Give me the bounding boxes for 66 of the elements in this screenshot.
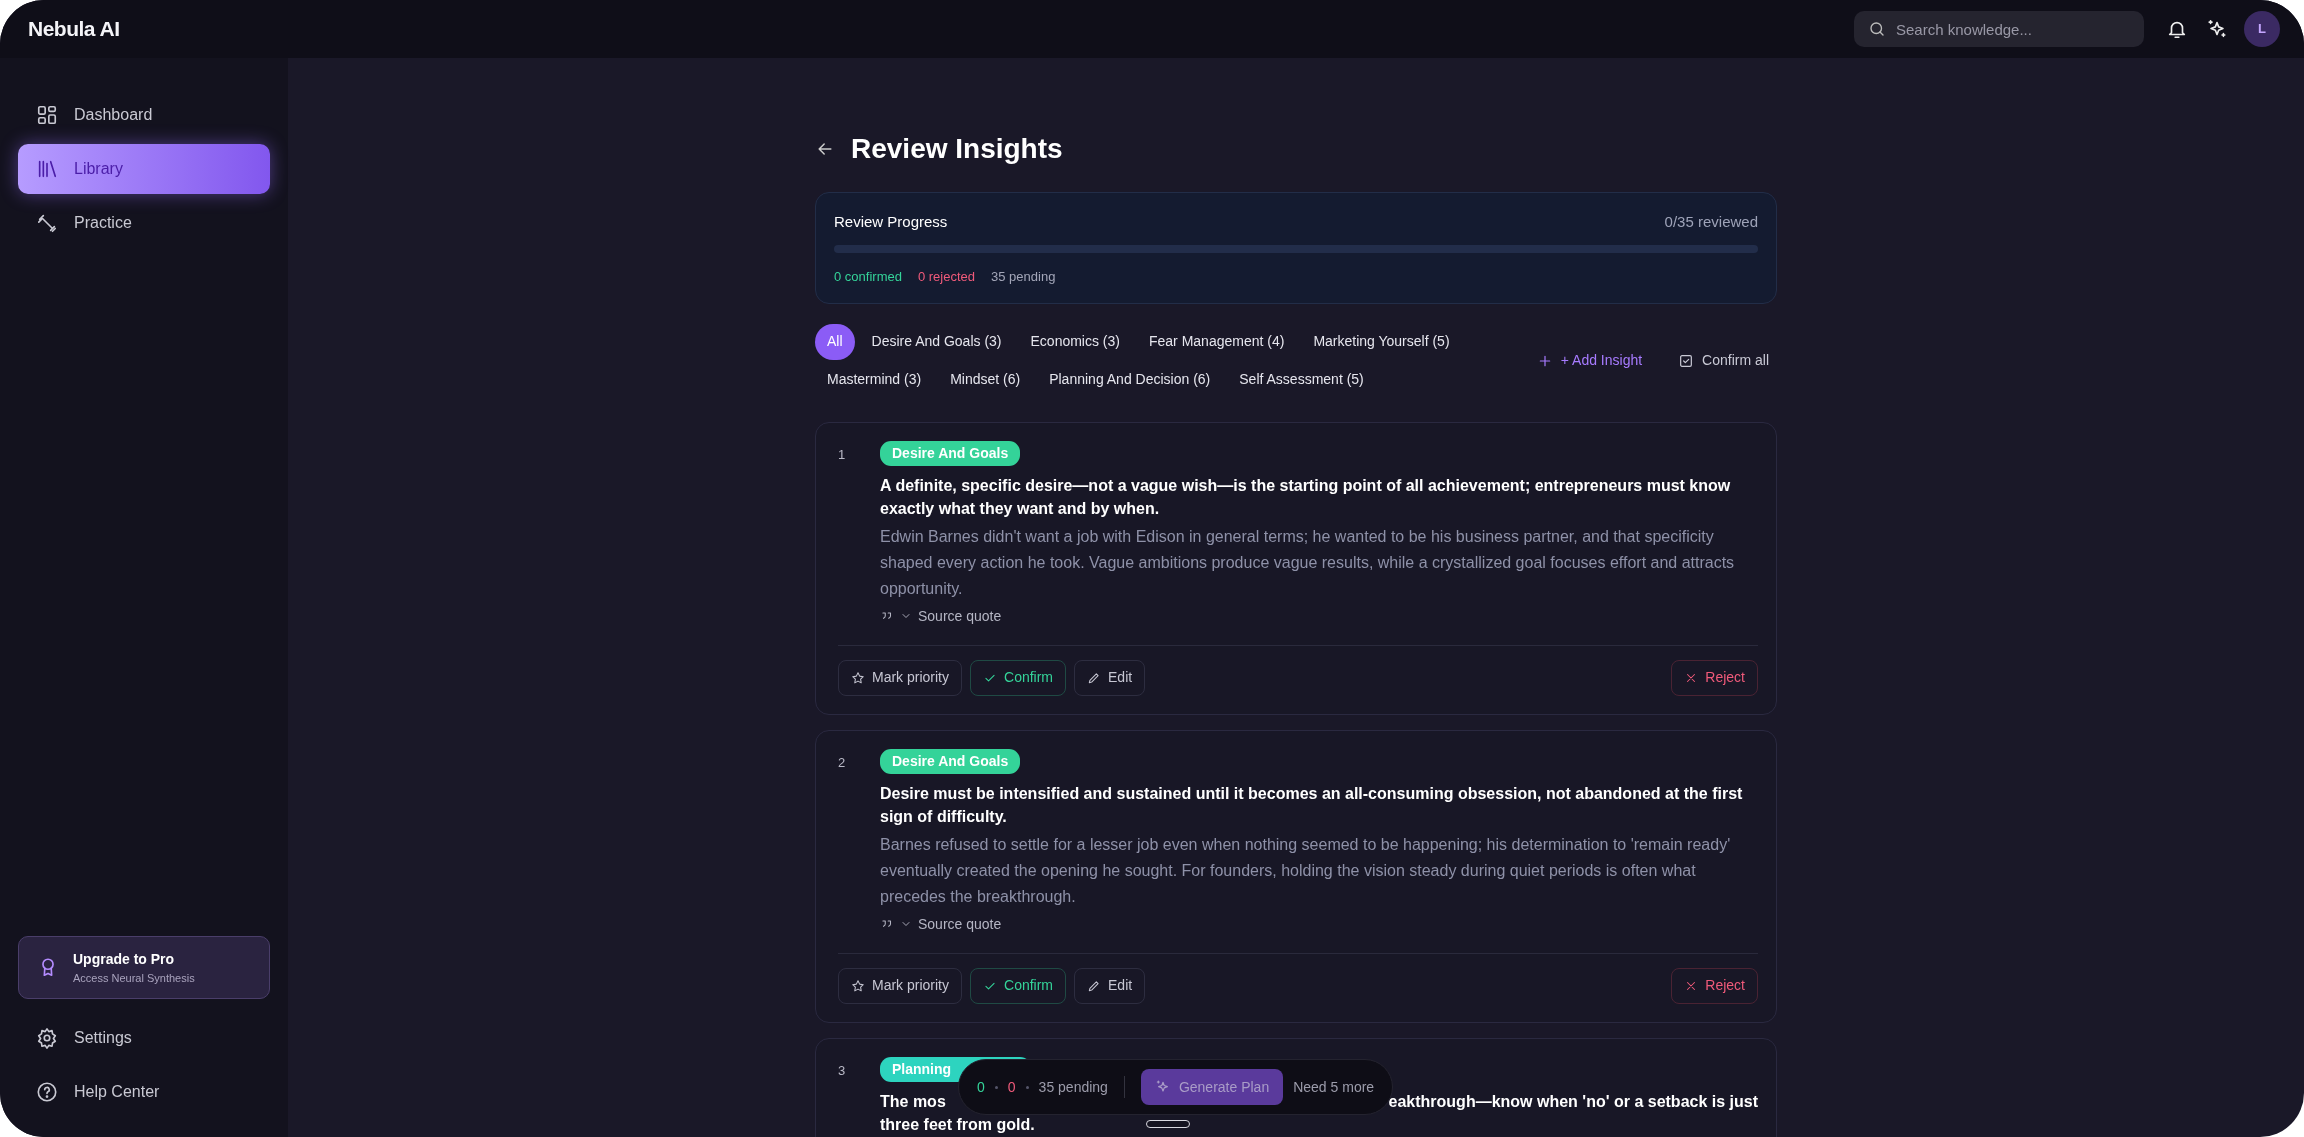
upgrade-card[interactable]: Upgrade to Pro Access Neural Synthesis [18, 935, 270, 999]
star-icon [851, 978, 865, 993]
insight-number: 1 [838, 445, 847, 464]
settings-icon [36, 1027, 58, 1049]
filter-chip[interactable]: Economics (3) [1018, 323, 1132, 360]
progress-count: 0/35 reviewed [1664, 211, 1758, 232]
source-quote-toggle[interactable]: Source quote [900, 605, 1002, 627]
pencil-icon [1087, 978, 1102, 993]
add-insight-button[interactable]: + Add Insight [1532, 342, 1647, 379]
insight-title: The mos [880, 1091, 946, 1112]
insight-number: 3 [838, 1061, 847, 1080]
insight-text: Edwin Barnes didn't want a job with Edison in general terms; he wanted to be his business partner, and that specificity shaped every action he took. Vague ambitions produce vague results, while a crystallized goal focuses effort and attracts opportunity. [880, 526, 1736, 599]
star-icon [851, 670, 865, 685]
mark-priority-button[interactable]: Mark priority [838, 659, 962, 696]
reject-button[interactable]: Reject [1671, 659, 1758, 696]
filter-chip[interactable]: Mastermind (3) [815, 361, 934, 398]
sparkle-icon[interactable] [2206, 18, 2228, 40]
insight-title: three feet from gold. [880, 1114, 1035, 1135]
user-avatar[interactable]: L [2244, 11, 2280, 47]
sidebar-item[interactable]: Practice [18, 198, 270, 248]
mark-priority-button[interactable]: Mark priority [838, 967, 962, 1004]
filter-chip[interactable]: Self Assessment (5) [1227, 361, 1376, 398]
edit-button[interactable]: Edit [1074, 659, 1146, 696]
grid-icon [36, 104, 58, 126]
help-icon [36, 1081, 58, 1103]
insight-title: A definite, specific desire—not a vague wish—is the starting point of all achievement; entrepreneurs must know exactly what they want and by when. [880, 475, 1732, 519]
category-tag: Desire And Goals [880, 748, 1021, 774]
search-field[interactable]: Search knowledge... [1854, 11, 2144, 47]
pending-count: 35 pending [991, 268, 1056, 287]
app-logo: Nebula AI [28, 16, 120, 43]
pending-count: 35 pending [1038, 1077, 1108, 1097]
confirm-button[interactable]: Confirm [970, 659, 1067, 696]
category-tag: Desire And Goals [880, 440, 1021, 466]
rejected-count: 0 rejected [917, 268, 975, 287]
pencil-icon [1087, 670, 1102, 685]
insight-title: Desire must be intensified and sustained until it becomes an all-consuming obsession, not abandoned at the first sign of difficulty. [880, 783, 1744, 827]
need-more-text: Need 5 more [1293, 1077, 1375, 1097]
reject-button[interactable]: Reject [1671, 967, 1758, 1004]
progress-title: Review Progress [834, 211, 948, 232]
insight-text: Barnes refused to settle for a lesser job even when nothing seemed to be happening; his determination to 'remain ready' eventually created the opening he sought. For founders, holding the vision steady during quiet periods is often what precedes the breakthrough. [880, 834, 1732, 907]
sidebar-item[interactable]: Library [18, 144, 270, 194]
sidebar-item[interactable]: Help Center [18, 1067, 270, 1117]
filter-chip[interactable]: Mindset (6) [938, 361, 1033, 398]
filter-chip[interactable]: Desire And Goals (3) [859, 323, 1014, 360]
insight-number: 2 [838, 753, 847, 772]
page-title: Review Insights [851, 132, 1063, 166]
confirm-all-button[interactable]: Confirm all [1674, 342, 1777, 379]
filter-chip[interactable]: Fear Management (4) [1137, 323, 1297, 360]
source-quote-toggle[interactable]: Source quote [900, 913, 1002, 935]
filter-chip[interactable]: Marketing Yourself (5) [1301, 323, 1462, 360]
scroll-handle[interactable] [1146, 1120, 1190, 1128]
confirm-button[interactable]: Confirm [970, 967, 1067, 1004]
edit-button[interactable]: Edit [1074, 967, 1146, 1004]
sidebar-item[interactable]: Settings [18, 1013, 270, 1063]
upgrade-subtitle: Access Neural Synthesis [73, 970, 195, 986]
books-icon [36, 158, 58, 180]
sidebar-item[interactable]: Dashboard [18, 90, 270, 140]
upgrade-title: Upgrade to Pro [73, 949, 176, 969]
insight-title: eakthrough—know when 'no' or a setback is just [1388, 1091, 1758, 1112]
confirmed-count: 0 confirmed [834, 268, 902, 287]
dumbbell-icon [36, 212, 58, 234]
dot-separator [994, 1085, 998, 1089]
filter-chip[interactable]: All [815, 323, 855, 360]
filter-chip[interactable]: Planning And Decision (6) [1037, 361, 1223, 398]
dot-separator [1025, 1085, 1029, 1089]
checkbox-icon [1678, 352, 1695, 369]
